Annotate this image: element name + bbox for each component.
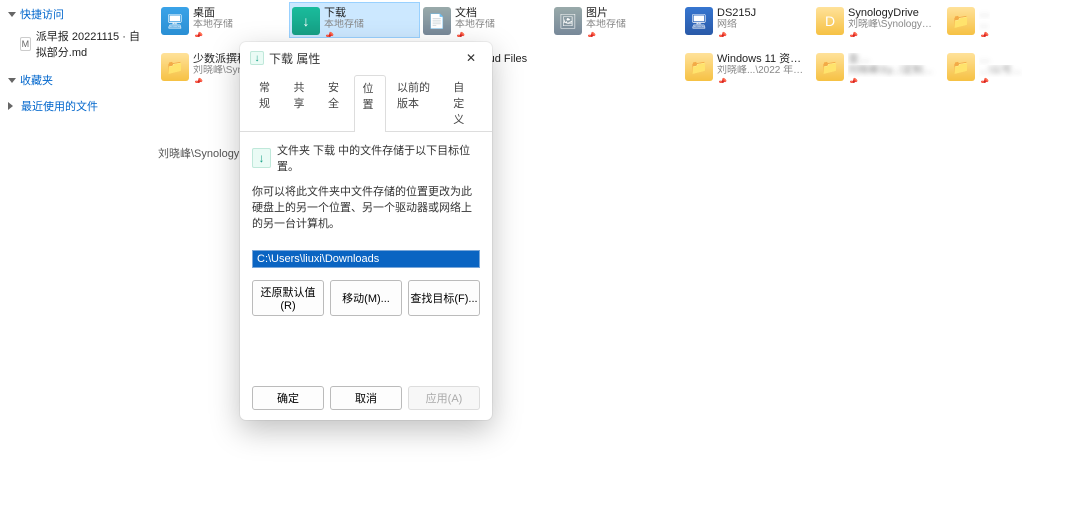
folder-icon: 📁 — [161, 53, 189, 81]
recent-label: 最近使用的文件 — [21, 98, 98, 114]
folder-subtitle: 刘晓峰\Sy...\定制解决方案 — [848, 65, 939, 77]
folder-subtitle: 本地存储 — [586, 19, 626, 31]
folder-tile[interactable]: D SynologyDrive刘晓峰\SynologyD...\工作📌 — [813, 2, 944, 38]
pin-icon: 📌 — [717, 31, 756, 38]
md-file-icon: M — [20, 37, 31, 51]
location-description: 你可以将此文件夹中文件存储的位置更改为此硬盘上的另一个位置、另一个驱动器或网络上… — [252, 184, 480, 232]
folder-subtitle: 本地存储 — [324, 19, 364, 31]
folder-icon: 📄 — [423, 7, 451, 35]
tab-1[interactable]: 共享 — [285, 74, 318, 131]
folder-icon: 🖼 — [554, 7, 582, 35]
folder-icon: 🖥 — [161, 7, 189, 35]
folder-title: … — [979, 53, 1022, 65]
folder-subtitle: …\公号… — [979, 65, 1022, 77]
find-target-button[interactable]: 查找目标(F)... — [408, 280, 480, 316]
pin-icon: 📌 — [324, 31, 364, 38]
path-input[interactable] — [252, 250, 480, 268]
sidebar: 快捷访问 M 派早报 20221115 · 自拟部分.md 收藏夹 最近使用的文… — [0, 0, 158, 128]
folder-subtitle: 本地存储 — [193, 19, 233, 31]
pin-icon: 📌 — [848, 31, 939, 38]
pin-icon: 📌 — [586, 31, 626, 38]
sidebar-item[interactable]: M 派早报 20221115 · 自拟部分.md — [8, 26, 150, 62]
folder-tile[interactable]: 🖥 DS215J网络📌 — [682, 2, 813, 38]
folder-tile[interactable]: 📄 文档本地存储📌 — [420, 2, 551, 38]
tab-3[interactable]: 位置 — [354, 75, 387, 132]
ok-button[interactable]: 确定 — [252, 386, 324, 410]
folder-subtitle: 刘晓峰...\2022 年单篇文章 — [717, 65, 808, 77]
pin-icon: 📌 — [717, 77, 808, 84]
folder-tile[interactable]: ↓ 下载本地存储📌 — [289, 2, 420, 38]
tab-0[interactable]: 常规 — [250, 74, 283, 131]
quick-access-label: 快捷访问 — [20, 6, 64, 22]
folder-subtitle: … — [979, 19, 990, 31]
download-folder-icon: ↓ — [252, 148, 271, 168]
properties-dialog: ↓ 下载 属性 ✕ 常规共享安全位置以前的版本自定义 ↓ 文件夹 下载 中的文件… — [240, 42, 492, 420]
apply-button: 应用(A) — [408, 386, 480, 410]
pin-icon: 📌 — [193, 31, 233, 38]
folder-icon: ↓ — [292, 7, 320, 35]
folder-title: DS215J — [717, 7, 756, 19]
folder-tile[interactable]: 🖼 图片本地存储📌 — [551, 2, 682, 38]
move-button[interactable]: 移动(M)... — [330, 280, 402, 316]
folder-title: 下载 — [324, 7, 364, 19]
folder-title: 金… — [848, 53, 939, 65]
recent-header[interactable]: 最近使用的文件 — [8, 98, 150, 114]
folder-icon: 🖥 — [685, 7, 713, 35]
folder-subtitle: 刘晓峰\SynologyD...\工作 — [848, 19, 939, 31]
favorites-label: 收藏夹 — [20, 72, 53, 88]
favorites-header[interactable]: 收藏夹 — [8, 72, 150, 88]
dialog-title: 下载 属性 — [269, 50, 320, 67]
folder-title: 文档 — [455, 7, 495, 19]
location-heading: 文件夹 下载 中的文件存储于以下目标位置。 — [277, 142, 480, 174]
tab-5[interactable]: 自定义 — [444, 74, 484, 131]
pin-icon: 📌 — [979, 31, 990, 38]
pin-icon: 📌 — [848, 77, 939, 84]
pin-icon: 📌 — [979, 77, 1022, 84]
restore-default-button[interactable]: 还原默认值(R) — [252, 280, 324, 316]
folder-title: … — [979, 7, 990, 19]
tab-2[interactable]: 安全 — [319, 74, 352, 131]
sidebar-item-label: 派早报 20221115 · 自拟部分.md — [36, 28, 150, 60]
folder-icon: 📁 — [816, 53, 844, 81]
folder-title: 桌面 — [193, 7, 233, 19]
cancel-button[interactable]: 取消 — [330, 386, 402, 410]
folder-tile[interactable]: 🖥 桌面本地存储📌 — [158, 2, 289, 38]
close-button[interactable]: ✕ — [458, 48, 484, 68]
folder-icon: D — [816, 7, 844, 35]
folder-icon: 📁 — [685, 53, 713, 81]
folder-title: 图片 — [586, 7, 626, 19]
tab-4[interactable]: 以前的版本 — [388, 74, 442, 131]
folder-title: SynologyDrive — [848, 7, 939, 19]
folder-icon: 📁 — [947, 53, 975, 81]
folder-subtitle: 网络 — [717, 19, 756, 31]
folder-tile[interactable]: 📁 ……\公号…📌 — [944, 48, 1075, 84]
pin-icon: 📌 — [455, 31, 495, 38]
folder-tile[interactable]: 📁 金…刘晓峰\Sy...\定制解决方案📌 — [813, 48, 944, 84]
quick-access-header[interactable]: 快捷访问 — [8, 6, 150, 22]
close-icon: ✕ — [466, 51, 476, 65]
folder-tile[interactable]: 📁 Windows 11 资源管理器...刘晓峰...\2022 年单篇文章📌 — [682, 48, 813, 84]
dialog-tabs: 常规共享安全位置以前的版本自定义 — [240, 70, 492, 132]
folder-subtitle: 本地存储 — [455, 19, 495, 31]
folder-download-icon: ↓ — [250, 51, 264, 65]
folder-tile[interactable]: 📁……📌 — [944, 2, 1075, 38]
folder-title: Windows 11 资源管理器... — [717, 53, 808, 65]
folder-icon: 📁 — [947, 7, 975, 35]
